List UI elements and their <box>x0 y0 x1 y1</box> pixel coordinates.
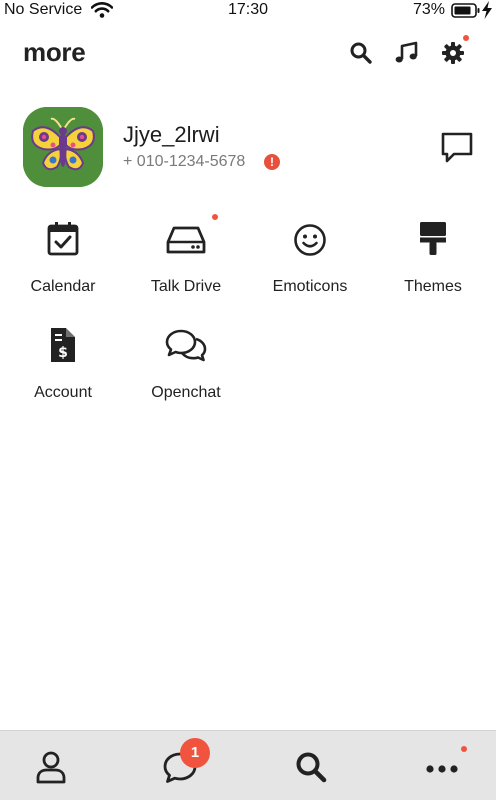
smiley-icon <box>294 224 326 256</box>
header-settings-button[interactable] <box>440 35 469 66</box>
menu-item-talk-drive[interactable]: Talk Drive <box>124 214 248 312</box>
paintbrush-icon <box>420 222 446 255</box>
calendar-check-icon <box>47 222 79 256</box>
unread-badge: 1 <box>180 738 210 768</box>
invoice-dollar-icon: $ <box>51 328 75 362</box>
bottom-tab-bar: 1 <box>0 730 496 800</box>
profile-chat-button[interactable] <box>440 130 474 164</box>
chat-bubble-icon <box>441 132 473 163</box>
music-note-icon <box>395 41 418 63</box>
menu-item-calendar[interactable]: Calendar <box>1 222 125 312</box>
menu-item-label: Openchat <box>151 384 221 401</box>
menu-item-label: Themes <box>404 278 462 295</box>
search-icon <box>296 752 327 783</box>
menu-item-label: Calendar <box>30 278 96 295</box>
chat-bubbles-icon <box>165 329 207 362</box>
profile-phone: + 010-1234-5678 <box>123 153 246 170</box>
profile-name[interactable]: Jjye_2lrwi <box>123 122 220 148</box>
tab-search[interactable] <box>293 749 329 785</box>
search-icon <box>350 42 372 64</box>
header-music-button[interactable] <box>394 40 420 66</box>
charging-bolt-icon <box>481 1 493 24</box>
avatar[interactable] <box>23 107 103 187</box>
menu-item-openchat[interactable]: Openchat <box>124 328 248 418</box>
butterfly-avatar <box>23 107 103 187</box>
menu-item-account[interactable]: $ Account <box>1 328 125 418</box>
menu-item-label: Emoticons <box>272 278 348 295</box>
page-title: more <box>23 37 86 67</box>
person-icon <box>36 751 66 784</box>
battery-icon <box>451 3 481 23</box>
tab-more[interactable] <box>424 749 460 785</box>
svg-text:$: $ <box>58 345 68 361</box>
status-bar: No Service 17:30 73% <box>0 0 496 22</box>
tab-friends[interactable] <box>33 749 69 785</box>
gear-icon <box>442 42 464 64</box>
battery-percent: 73% <box>413 1 446 18</box>
more-dots-icon <box>426 765 458 773</box>
more-notification-dot <box>461 746 467 752</box>
menu-item-themes[interactable]: Themes <box>371 222 495 312</box>
menu-item-label: Talk Drive <box>150 278 222 295</box>
header-search-button[interactable] <box>348 40 374 66</box>
menu-item-emoticons[interactable]: Emoticons <box>248 222 372 312</box>
talk-drive-notification-dot <box>212 214 218 220</box>
alert-icon[interactable]: ! <box>264 154 280 170</box>
settings-notification-dot <box>463 35 469 41</box>
menu-item-label: Account <box>34 384 92 401</box>
drive-icon <box>166 226 206 254</box>
